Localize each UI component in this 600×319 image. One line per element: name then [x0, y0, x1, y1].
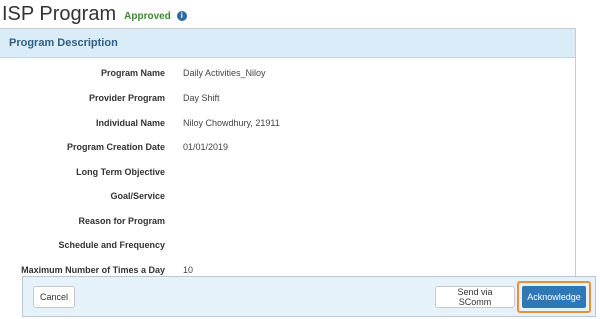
field-row-individual-name: Individual Name Niloy Chowdhury, 21911 — [0, 111, 575, 135]
field-label: Provider Program — [88, 93, 165, 103]
status-badge: Approved — [124, 10, 171, 22]
field-label: Maximum Number of Times a Day — [21, 265, 165, 275]
field-value: 10 — [183, 265, 194, 275]
send-via-scomm-button[interactable]: Send via SComm — [435, 286, 515, 308]
program-description-panel: Program Description Program Name Daily A… — [0, 28, 576, 291]
field-label: Schedule and Frequency — [58, 240, 165, 250]
field-label: Reason for Program — [78, 216, 165, 226]
field-row-schedule-frequency: Schedule and Frequency — [0, 233, 575, 257]
field-row-program-creation-date: Program Creation Date 01/01/2019 — [0, 135, 575, 159]
cancel-button[interactable]: Cancel — [33, 286, 75, 308]
field-row-goal-service: Goal/Service — [0, 184, 575, 208]
field-row-long-term-objective: Long Term Objective — [0, 160, 575, 184]
modal-footer: Cancel Send via SComm Acknowledge — [22, 276, 596, 317]
field-value: 01/01/2019 — [183, 142, 229, 152]
acknowledge-button[interactable]: Acknowledge — [522, 286, 586, 308]
acknowledge-highlight: Acknowledge — [517, 281, 591, 313]
page-header: ISP Program Approved i — [0, 0, 600, 28]
field-row-provider-program: Provider Program Day Shift — [0, 86, 575, 110]
page-title: ISP Program — [2, 2, 117, 25]
field-label: Individual Name — [95, 118, 165, 128]
field-row-reason-for-program: Reason for Program — [0, 209, 575, 233]
field-value: Day Shift — [183, 93, 220, 103]
field-label: Goal/Service — [110, 191, 165, 201]
field-value: Daily Activities_Niloy — [183, 68, 266, 78]
field-label: Program Creation Date — [66, 142, 165, 152]
info-icon[interactable]: i — [176, 10, 187, 21]
field-value: Niloy Chowdhury, 21911 — [183, 118, 280, 128]
panel-heading: Program Description — [0, 29, 575, 58]
field-label: Long Term Objective — [76, 167, 165, 177]
field-row-program-name: Program Name Daily Activities_Niloy — [0, 61, 575, 85]
field-label: Program Name — [100, 68, 165, 78]
